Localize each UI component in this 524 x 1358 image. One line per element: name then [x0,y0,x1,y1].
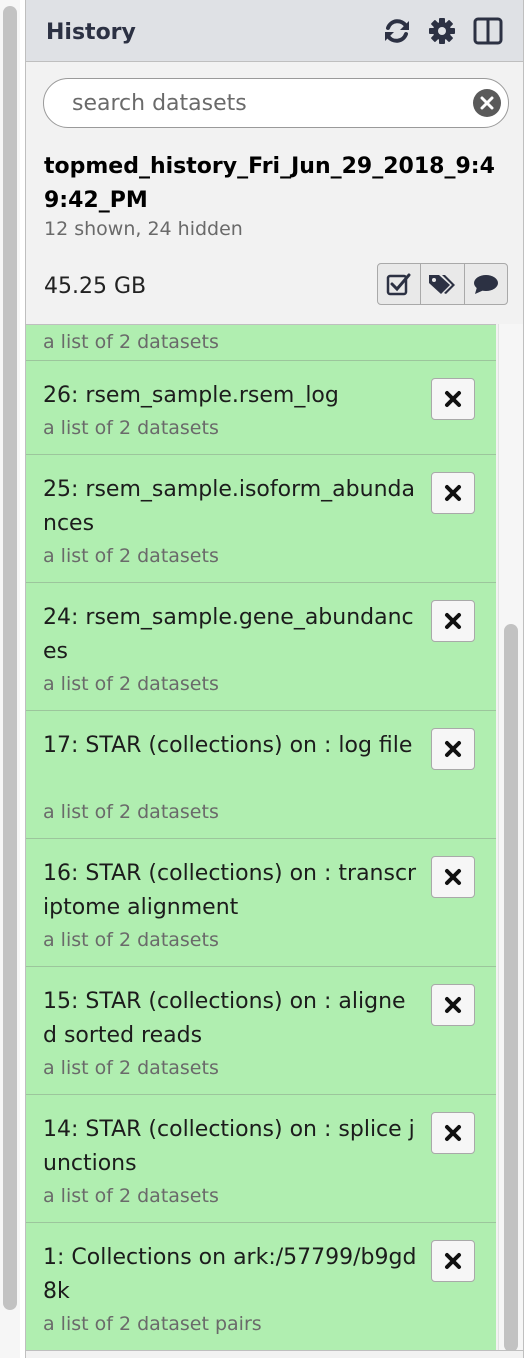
history-actions [377,263,508,305]
collection-item[interactable]: 25: rsem_sample.isoform_abundances a lis… [26,455,496,583]
search-box[interactable] [43,78,509,128]
collection-item[interactable]: 15: STAR (collections) on : aligned sort… [26,967,496,1095]
collection-subtitle: a list of 2 datasets [43,1185,219,1207]
collection-item[interactable]: 26: rsem_sample.rsem_log a list of 2 dat… [26,361,496,455]
delete-button[interactable] [431,1112,475,1154]
page-scrollbar[interactable] [0,0,20,1358]
collection-subtitle: a list of 2 datasets [43,417,219,439]
collection-item[interactable]: a list of 2 datasets [26,325,496,361]
delete-button[interactable] [431,856,475,898]
collection-subtitle: a list of 2 datasets [43,801,219,823]
collection-subtitle: a list of 2 dataset pairs [43,1313,262,1335]
collection-subtitle: a list of 2 datasets [43,673,219,695]
refresh-icon[interactable] [381,15,413,47]
panel-footer [26,1350,523,1358]
collection-item[interactable]: 16: STAR (collections) on : transcriptom… [26,839,496,967]
delete-button[interactable] [431,1240,475,1282]
panel-title: History [46,20,136,45]
collection-item[interactable]: 24: rsem_sample.gene_abundances a list o… [26,583,496,711]
clear-search-icon[interactable] [473,89,501,117]
collection-subtitle: a list of 2 datasets [43,1057,219,1079]
collection-item[interactable]: 17: STAR (collections) on : log file a l… [26,711,496,839]
tags-icon[interactable] [421,264,465,304]
gear-icon[interactable] [426,15,458,47]
dataset-list-scrollbar[interactable] [498,324,523,1358]
history-name[interactable]: topmed_history_Fri_Jun_29_2018_9:49:42_P… [44,150,514,218]
delete-button[interactable] [431,728,475,770]
delete-button[interactable] [431,472,475,514]
delete-button[interactable] [431,378,475,420]
collection-title[interactable]: 25: rsem_sample.isoform_abundances [43,473,418,541]
delete-button[interactable] [431,984,475,1026]
columns-icon[interactable] [472,15,504,47]
history-size: 45.25 GB [44,274,147,299]
history-panel-header: History [26,0,523,62]
annotation-icon[interactable] [465,264,507,304]
select-items-icon[interactable] [378,264,422,304]
dataset-list: a list of 2 datasets 26: rsem_sample.rse… [26,324,496,1358]
collection-title[interactable]: 14: STAR (collections) on : splice junct… [43,1113,418,1181]
collection-title[interactable]: 17: STAR (collections) on : log file [43,729,418,763]
collection-title[interactable]: 26: rsem_sample.rsem_log [43,379,418,413]
collection-subtitle: a list of 2 datasets [43,545,219,567]
history-counts: 12 shown, 24 hidden [44,218,243,240]
history-controls: topmed_history_Fri_Jun_29_2018_9:49:42_P… [26,62,523,324]
collection-subtitle: a list of 2 datasets [43,331,219,353]
page-scrollbar-thumb[interactable] [3,6,17,1310]
history-panel: History search datasets topmed_history_F… [25,0,524,1358]
collection-title[interactable]: 15: STAR (collections) on : aligned sort… [43,985,418,1053]
collection-title[interactable]: 1: Collections on ark:/57799/b9gd8k [43,1241,418,1309]
collection-item[interactable]: 14: STAR (collections) on : splice junct… [26,1095,496,1223]
collection-subtitle: a list of 2 datasets [43,929,219,951]
collection-item[interactable]: 1: Collections on ark:/57799/b9gd8k a li… [26,1223,496,1351]
collection-title[interactable]: 16: STAR (collections) on : transcriptom… [43,857,418,925]
dataset-list-scrollbar-thumb[interactable] [504,624,518,1352]
collection-title[interactable]: 24: rsem_sample.gene_abundances [43,601,418,669]
delete-button[interactable] [431,600,475,642]
search-input[interactable] [72,88,462,118]
